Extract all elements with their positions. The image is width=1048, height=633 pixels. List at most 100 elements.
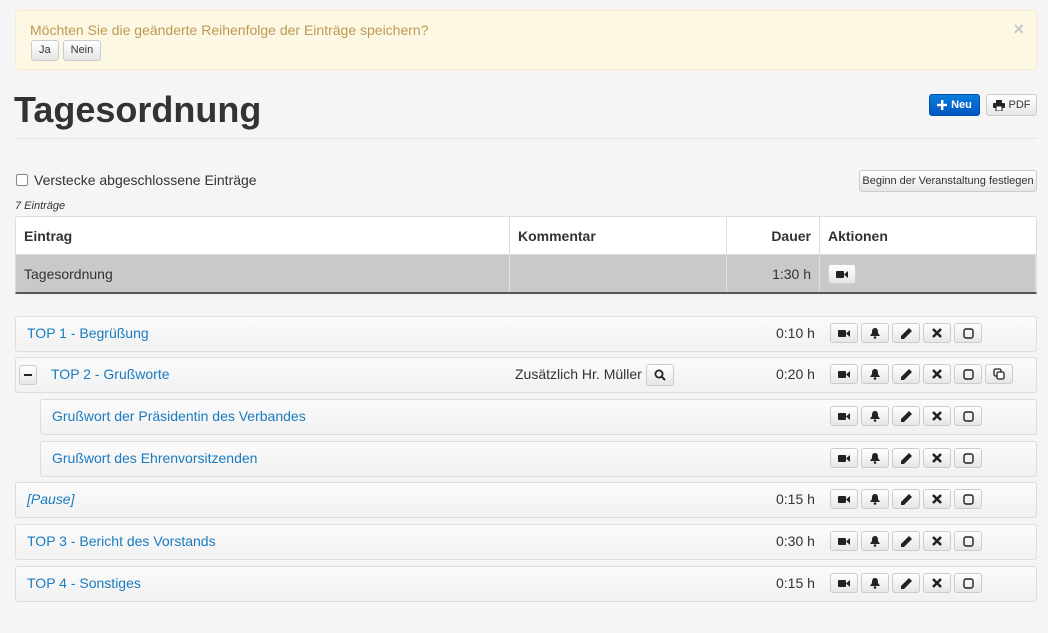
delete-button[interactable] [923, 364, 951, 384]
complete-button[interactable] [954, 489, 982, 509]
item-duration: 0:15 h [776, 491, 815, 507]
bell-button[interactable] [861, 489, 889, 509]
list-item[interactable]: TOP 2 - Grußworte Zusätzlich Hr. Müller … [15, 357, 1037, 393]
item-title-link[interactable]: [Pause] [27, 491, 74, 507]
item-title-link[interactable]: Grußwort der Präsidentin des Verbandes [52, 408, 306, 424]
delete-button[interactable] [923, 531, 951, 551]
edit-button[interactable] [892, 489, 920, 509]
checkbox-square-icon [962, 368, 974, 380]
checkbox-square-icon [962, 410, 974, 422]
item-title-link[interactable]: TOP 2 - Grußworte [51, 366, 170, 382]
list-item[interactable]: Grußwort des Ehrenvorsitzenden [40, 441, 1037, 477]
edit-button[interactable] [892, 573, 920, 593]
bell-icon [870, 452, 880, 464]
edit-button[interactable] [892, 406, 920, 426]
hide-completed-toggle[interactable]: Verstecke abgeschlossene Einträge [16, 172, 257, 188]
pdf-button[interactable]: PDF [986, 94, 1037, 116]
delete-button[interactable] [923, 489, 951, 509]
video-button[interactable] [830, 364, 858, 384]
list-item[interactable]: TOP 4 - Sonstiges 0:15 h [15, 566, 1037, 602]
edit-button[interactable] [892, 448, 920, 468]
video-button[interactable] [830, 573, 858, 593]
item-actions [830, 573, 982, 593]
checkbox-square-icon [962, 493, 974, 505]
title-divider [15, 138, 1037, 139]
item-actions [830, 364, 1013, 384]
list-item[interactable]: [Pause] 0:15 h [15, 482, 1037, 518]
item-duration: 0:30 h [776, 533, 815, 549]
column-header-duration: Dauer [727, 217, 820, 254]
comment-search-button[interactable] [646, 364, 674, 386]
bell-icon [870, 410, 880, 422]
summary-duration: 1:30 h [727, 255, 820, 292]
checkbox-square-icon [962, 327, 974, 339]
video-icon [838, 537, 850, 545]
column-header-comment: Kommentar [510, 217, 727, 254]
edit-button[interactable] [892, 323, 920, 343]
item-comment: Zusätzlich Hr. Müller [515, 366, 642, 382]
edit-button[interactable] [892, 531, 920, 551]
delete-button[interactable] [923, 323, 951, 343]
delete-icon [932, 536, 942, 546]
item-title-link[interactable]: TOP 3 - Bericht des Vorstands [27, 533, 216, 549]
bell-button[interactable] [861, 573, 889, 593]
video-icon [838, 495, 850, 503]
agenda-table: Eintrag Kommentar Dauer Aktionen Tagesor… [15, 216, 1037, 294]
close-icon[interactable]: × [1013, 19, 1024, 39]
bell-icon [870, 577, 880, 589]
delete-icon [932, 411, 942, 421]
bell-icon [870, 368, 880, 380]
video-icon [838, 579, 850, 587]
search-icon [654, 369, 666, 381]
bell-button[interactable] [861, 364, 889, 384]
delete-icon [932, 369, 942, 379]
item-duration: 0:15 h [776, 575, 815, 591]
video-button[interactable] [830, 489, 858, 509]
set-start-button[interactable]: Beginn der Veranstaltung festlegen [859, 170, 1037, 192]
delete-button[interactable] [923, 573, 951, 593]
duplicate-button[interactable] [985, 364, 1013, 384]
hide-completed-checkbox[interactable] [16, 174, 28, 186]
item-title-link[interactable]: TOP 4 - Sonstiges [27, 575, 141, 591]
video-button[interactable] [830, 406, 858, 426]
video-button[interactable] [830, 531, 858, 551]
bell-button[interactable] [861, 448, 889, 468]
new-button[interactable]: Neu [929, 94, 980, 116]
pencil-icon [900, 327, 912, 339]
bell-button[interactable] [861, 323, 889, 343]
edit-button[interactable] [892, 364, 920, 384]
item-duration: 0:10 h [776, 325, 815, 341]
complete-button[interactable] [954, 531, 982, 551]
hide-completed-label: Verstecke abgeschlossene Einträge [34, 172, 257, 188]
entry-count: 7 Einträge [15, 200, 66, 212]
video-button[interactable] [830, 323, 858, 343]
item-title-link[interactable]: TOP 1 - Begrüßung [27, 325, 149, 341]
reorder-alert: Möchten Sie die geänderte Reihenfolge de… [15, 10, 1037, 70]
complete-button[interactable] [954, 573, 982, 593]
checkbox-square-icon [962, 452, 974, 464]
item-actions [830, 448, 982, 468]
complete-button[interactable] [954, 406, 982, 426]
summary-video-button[interactable] [828, 264, 856, 284]
item-title-link[interactable]: Grußwort des Ehrenvorsitzenden [52, 450, 257, 466]
delete-button[interactable] [923, 448, 951, 468]
complete-button[interactable] [954, 323, 982, 343]
item-actions [830, 406, 982, 426]
complete-button[interactable] [954, 448, 982, 468]
alert-no-button[interactable]: Nein [62, 40, 102, 61]
list-item[interactable]: TOP 1 - Begrüßung 0:10 h [15, 316, 1037, 352]
bell-button[interactable] [861, 531, 889, 551]
copy-icon [993, 368, 1005, 380]
page-title: Tagesordnung [14, 89, 262, 130]
pencil-icon [900, 535, 912, 547]
complete-button[interactable] [954, 364, 982, 384]
bell-button[interactable] [861, 406, 889, 426]
delete-icon [932, 328, 942, 338]
list-item[interactable]: Grußwort der Präsidentin des Verbandes [40, 399, 1037, 435]
plus-icon [937, 100, 948, 110]
video-button[interactable] [830, 448, 858, 468]
alert-yes-button[interactable]: Ja [31, 40, 59, 61]
delete-button[interactable] [923, 406, 951, 426]
collapse-button[interactable] [19, 365, 37, 385]
list-item[interactable]: TOP 3 - Bericht des Vorstands 0:30 h [15, 524, 1037, 560]
